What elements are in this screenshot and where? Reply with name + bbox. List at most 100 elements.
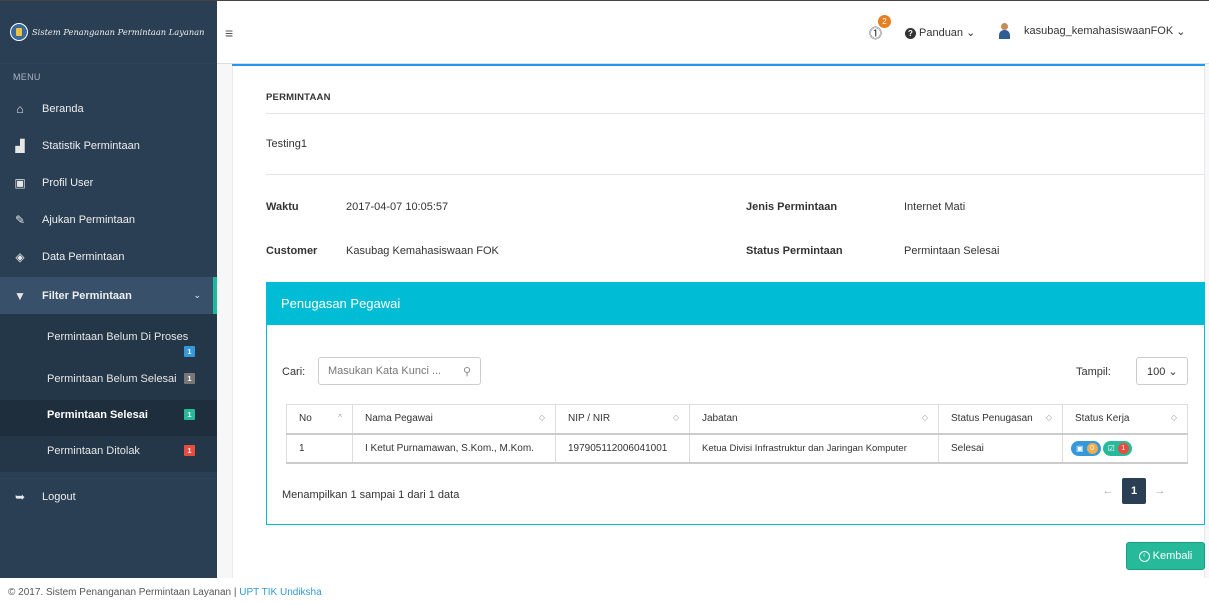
filter-submenu: Permintaan Belum Di Proses 1 Permintaan … [0,314,217,472]
notification-count: 2 [878,15,891,28]
chevron-down-icon: ⌄ [966,27,976,39]
sidebar-item-data[interactable]: ◈ Data Permintaan [0,238,217,275]
sidebar-item-beranda[interactable]: ⌂ Beranda [0,90,217,127]
footer-text: © 2017. Sistem Penanganan Permintaan Lay… [8,587,240,598]
column-header-nama[interactable]: Nama Pegawai ◇ [352,404,556,435]
panel-title: Penugasan Pegawai [267,283,1204,325]
customer-label: Customer [266,245,318,257]
menu-toggle-icon[interactable]: ≡ [225,25,233,41]
cell-nama: I Ketut Purnamawan, S.Kom., M.Kom. [352,433,556,464]
home-icon: ⌂ [16,101,24,116]
sidebar-item-statistik[interactable]: ▟ Statistik Permintaan [0,127,217,164]
sidebar-item-label: Data Permintaan [42,250,125,263]
sidebar-item-label: Beranda [42,102,84,115]
footer: © 2017. Sistem Penanganan Permintaan Lay… [0,578,1209,605]
top-navbar: ≡ ⓵ 2 ? Panduan ⌄ kasubag_kemahasiswaanFO… [217,0,1209,64]
assignment-panel: Penugasan Pegawai Cari: Masukan Kata Kun… [266,282,1205,525]
search-icon: ⚲ [462,366,471,378]
done-count: 1 [1117,442,1129,454]
chevron-down-icon: ⌄ [1168,366,1178,378]
page-size-value: 100 [1147,366,1166,378]
table-row: 1 I Ketut Purnamawan, S.Kom., M.Kom. 197… [286,433,1188,464]
count-badge: 1 [184,409,195,420]
logout-link[interactable]: ➥ Logout [0,478,217,515]
briefcase-icon: ▣ [1076,443,1084,453]
panduan-dropdown[interactable]: ? Panduan ⌄ [905,26,975,39]
panduan-label: Panduan [919,27,964,39]
count-badge: 1 [184,346,195,357]
sidebar-item-label: Ajukan Permintaan [42,213,135,226]
filter-icon: ▼ [14,288,26,303]
cell-status-penugasan: Selesai [938,433,1063,464]
divider [266,174,1204,175]
sidebar-item-label: Filter Permintaan [42,289,132,302]
sidebar: Sistem Penanganan Permintaan Layanan MEN… [0,0,217,578]
sort-icon: ◇ [672,413,679,422]
user-card-icon: ▣ [14,175,26,190]
notification-button[interactable]: ⓵ 2 [869,15,891,42]
next-page-arrow-icon[interactable]: → [1146,485,1174,497]
check-square-icon: ☑ [1107,443,1115,453]
sort-icon: ◇ [538,413,545,422]
sort-asc-icon: ^ [338,413,342,422]
prev-page-arrow-icon[interactable]: ← [1094,485,1122,497]
back-button[interactable]: ‹ Kembali [1126,542,1205,570]
edit-icon: ✎ [14,212,26,227]
main-content: PERMINTAAN Testing1 Waktu 2017-04-07 10:… [217,64,1209,578]
done-status-pill[interactable]: ☑ 1 [1102,440,1132,456]
menu-label: MENU [13,72,41,82]
divider [266,113,1204,114]
table-header-row: No ^ Nama Pegawai ◇ NIP / NIR ◇ Jabatan ◇ St… [286,404,1188,435]
status-label: Status Permintaan [746,245,843,257]
sidebar-item-label: Logout [42,491,76,503]
brand[interactable]: Sistem Penanganan Permintaan Layanan [0,0,217,64]
column-header-no[interactable]: No ^ [286,404,353,435]
column-header-status-kerja[interactable]: Status Kerja ◇ [1062,404,1188,435]
assignment-table: No ^ Nama Pegawai ◇ NIP / NIR ◇ Jabatan ◇ St… [286,404,1188,464]
sidebar-item-ajukan[interactable]: ✎ Ajukan Permintaan [0,201,217,238]
search-placeholder: Masukan Kata Kunci ... [328,365,442,377]
customer-value: Kasubag Kemahasiswaan FOK [346,245,499,257]
waktu-label: Waktu [266,201,299,213]
sidebar-item-filter[interactable]: ▼ Filter Permintaan ⌄ [0,277,217,314]
work-status-pill[interactable]: ▣ 0 [1071,440,1101,456]
request-subject: Testing1 [266,138,307,150]
sidebar-item-label: Profil User [42,176,94,189]
cell-jabatan: Ketua Divisi Infrastruktur dan Jaringan … [689,433,939,464]
submenu-item-belum-diproses[interactable]: Permintaan Belum Di Proses 1 [0,318,217,364]
column-header-status-penugasan[interactable]: Status Penugasan ◇ [938,404,1063,435]
jenis-label: Jenis Permintaan [746,201,838,213]
user-menu[interactable]: kasubag_kemahasiswaanFOK ⌄ [999,23,1185,39]
submenu-item-label: Permintaan Belum Di Proses [47,331,189,343]
chevron-down-icon: ⌄ [1176,25,1186,38]
submenu-item-belum-selesai[interactable]: Permintaan Belum Selesai 1 [0,364,217,400]
search-label: Cari: [282,366,306,378]
column-header-nip[interactable]: NIP / NIR ◇ [555,404,690,435]
submenu-item-label: Permintaan Ditolak [47,445,140,457]
avatar [999,23,1010,39]
brand-title: Sistem Penanganan Permintaan Layanan [32,27,205,37]
submenu-item-ditolak[interactable]: Permintaan Ditolak 1 [0,436,217,472]
sign-out-icon: ➥ [14,490,26,504]
footer-link[interactable]: UPT TIK Undiksha [239,587,321,598]
back-button-label: Kembali [1152,550,1193,562]
alert-icon: ⓵ [869,26,883,41]
cell-nip: 197905112006041001 [555,433,690,464]
sidebar-item-profil[interactable]: ▣ Profil User [0,164,217,201]
submenu-item-label: Permintaan Belum Selesai [47,373,177,385]
top-accent-bar [232,64,1205,66]
column-header-jabatan[interactable]: Jabatan ◇ [689,404,939,435]
tampil-label: Tampil: [1076,366,1111,378]
help-icon: ? [905,28,916,39]
submenu-item-selesai[interactable]: Permintaan Selesai 1 [0,400,217,436]
sort-icon: ◇ [1045,413,1052,422]
cell-status-kerja: ▣ 0 ☑ 1 [1062,433,1188,464]
search-input[interactable]: Masukan Kata Kunci ... ⚲ [318,357,481,385]
logo-icon [10,23,28,41]
page-button-current[interactable]: 1 [1122,478,1146,504]
submenu-item-label: Permintaan Selesai [47,409,148,421]
page-size-select[interactable]: 100 ⌄ [1136,357,1188,385]
chevron-down-icon: ⌄ [193,290,201,300]
request-card: PERMINTAAN Testing1 Waktu 2017-04-07 10:… [232,64,1205,578]
work-count: 0 [1086,442,1098,454]
